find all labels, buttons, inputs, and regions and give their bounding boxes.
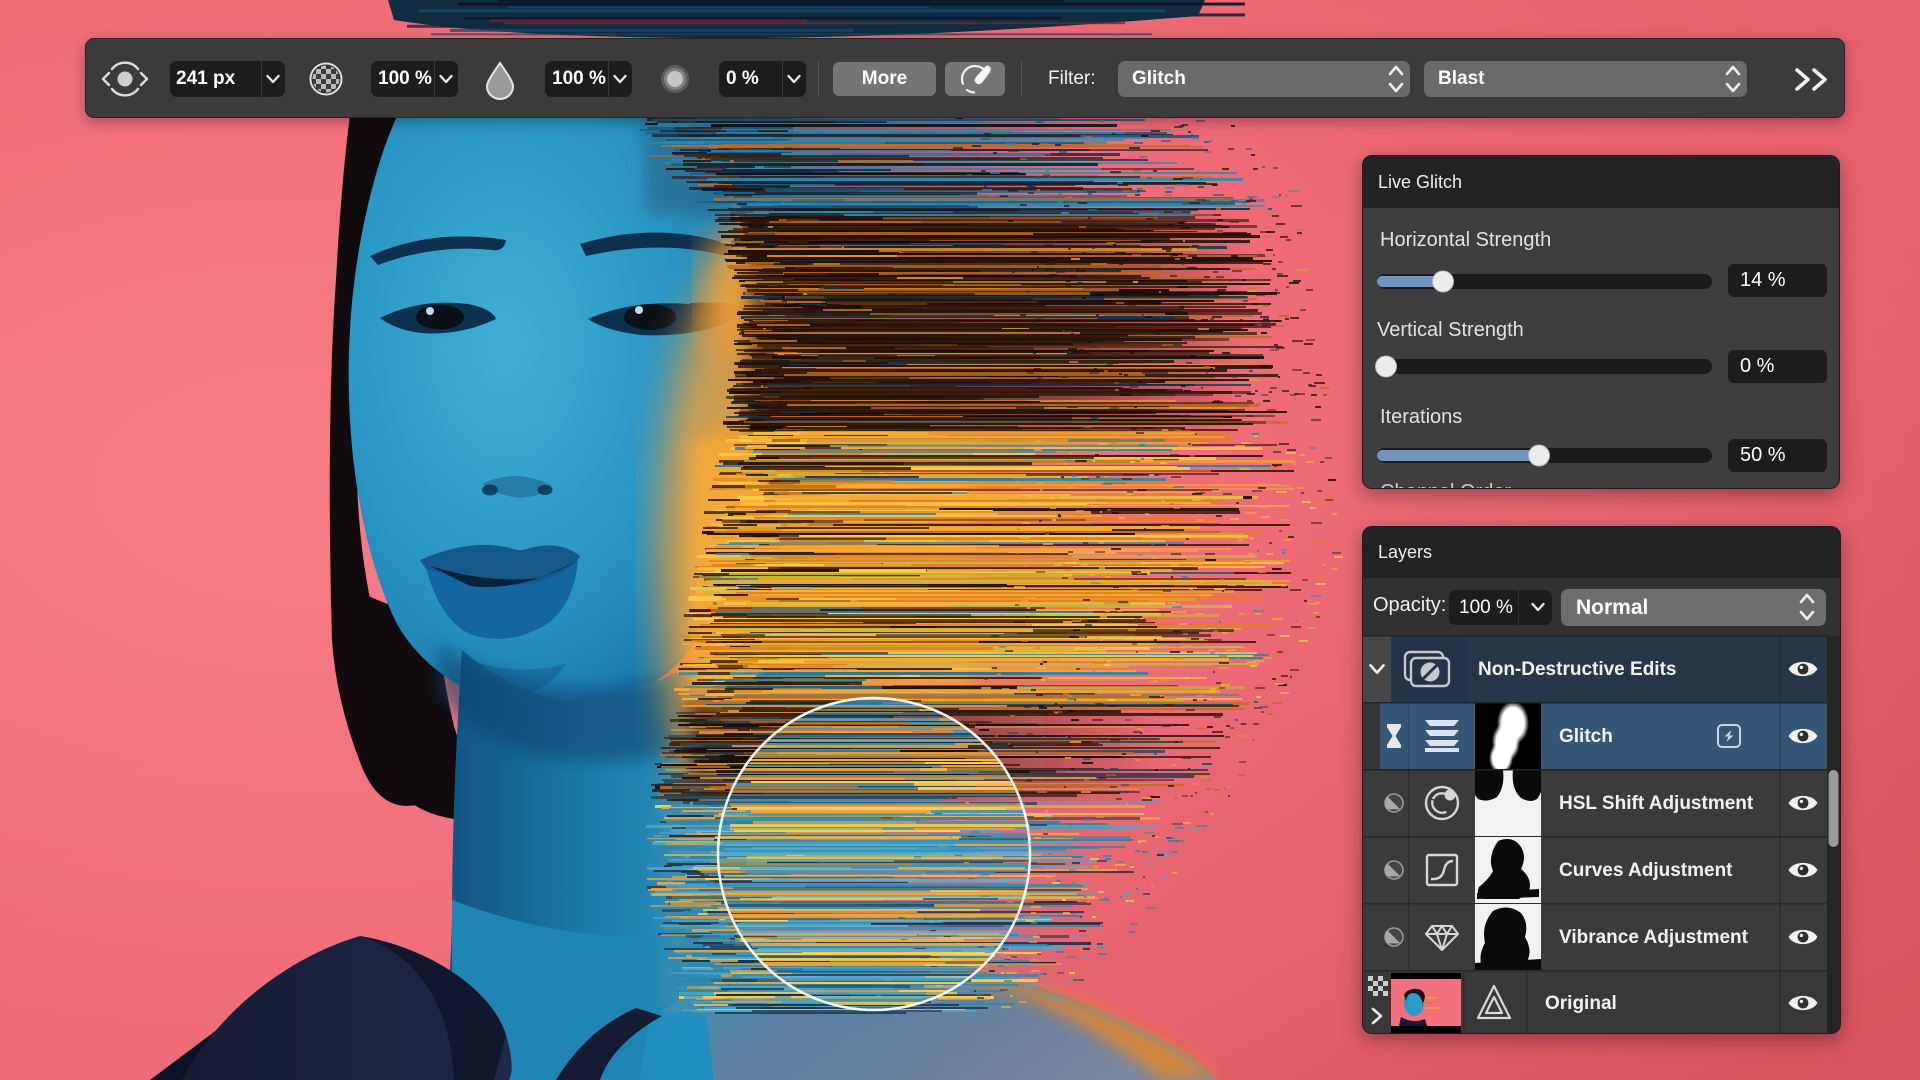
svg-text:Non-Destructive Edits: Non-Destructive Edits <box>1478 659 1676 680</box>
svg-text:HSL Shift Adjustment: HSL Shift Adjustment <box>1559 793 1754 814</box>
svg-text:Curves Adjustment: Curves Adjustment <box>1559 860 1733 881</box>
svg-text:Glitch: Glitch <box>1559 726 1613 747</box>
svg-text:Original: Original <box>1545 993 1617 1014</box>
svg-text:Vibrance Adjustment: Vibrance Adjustment <box>1559 927 1749 948</box>
